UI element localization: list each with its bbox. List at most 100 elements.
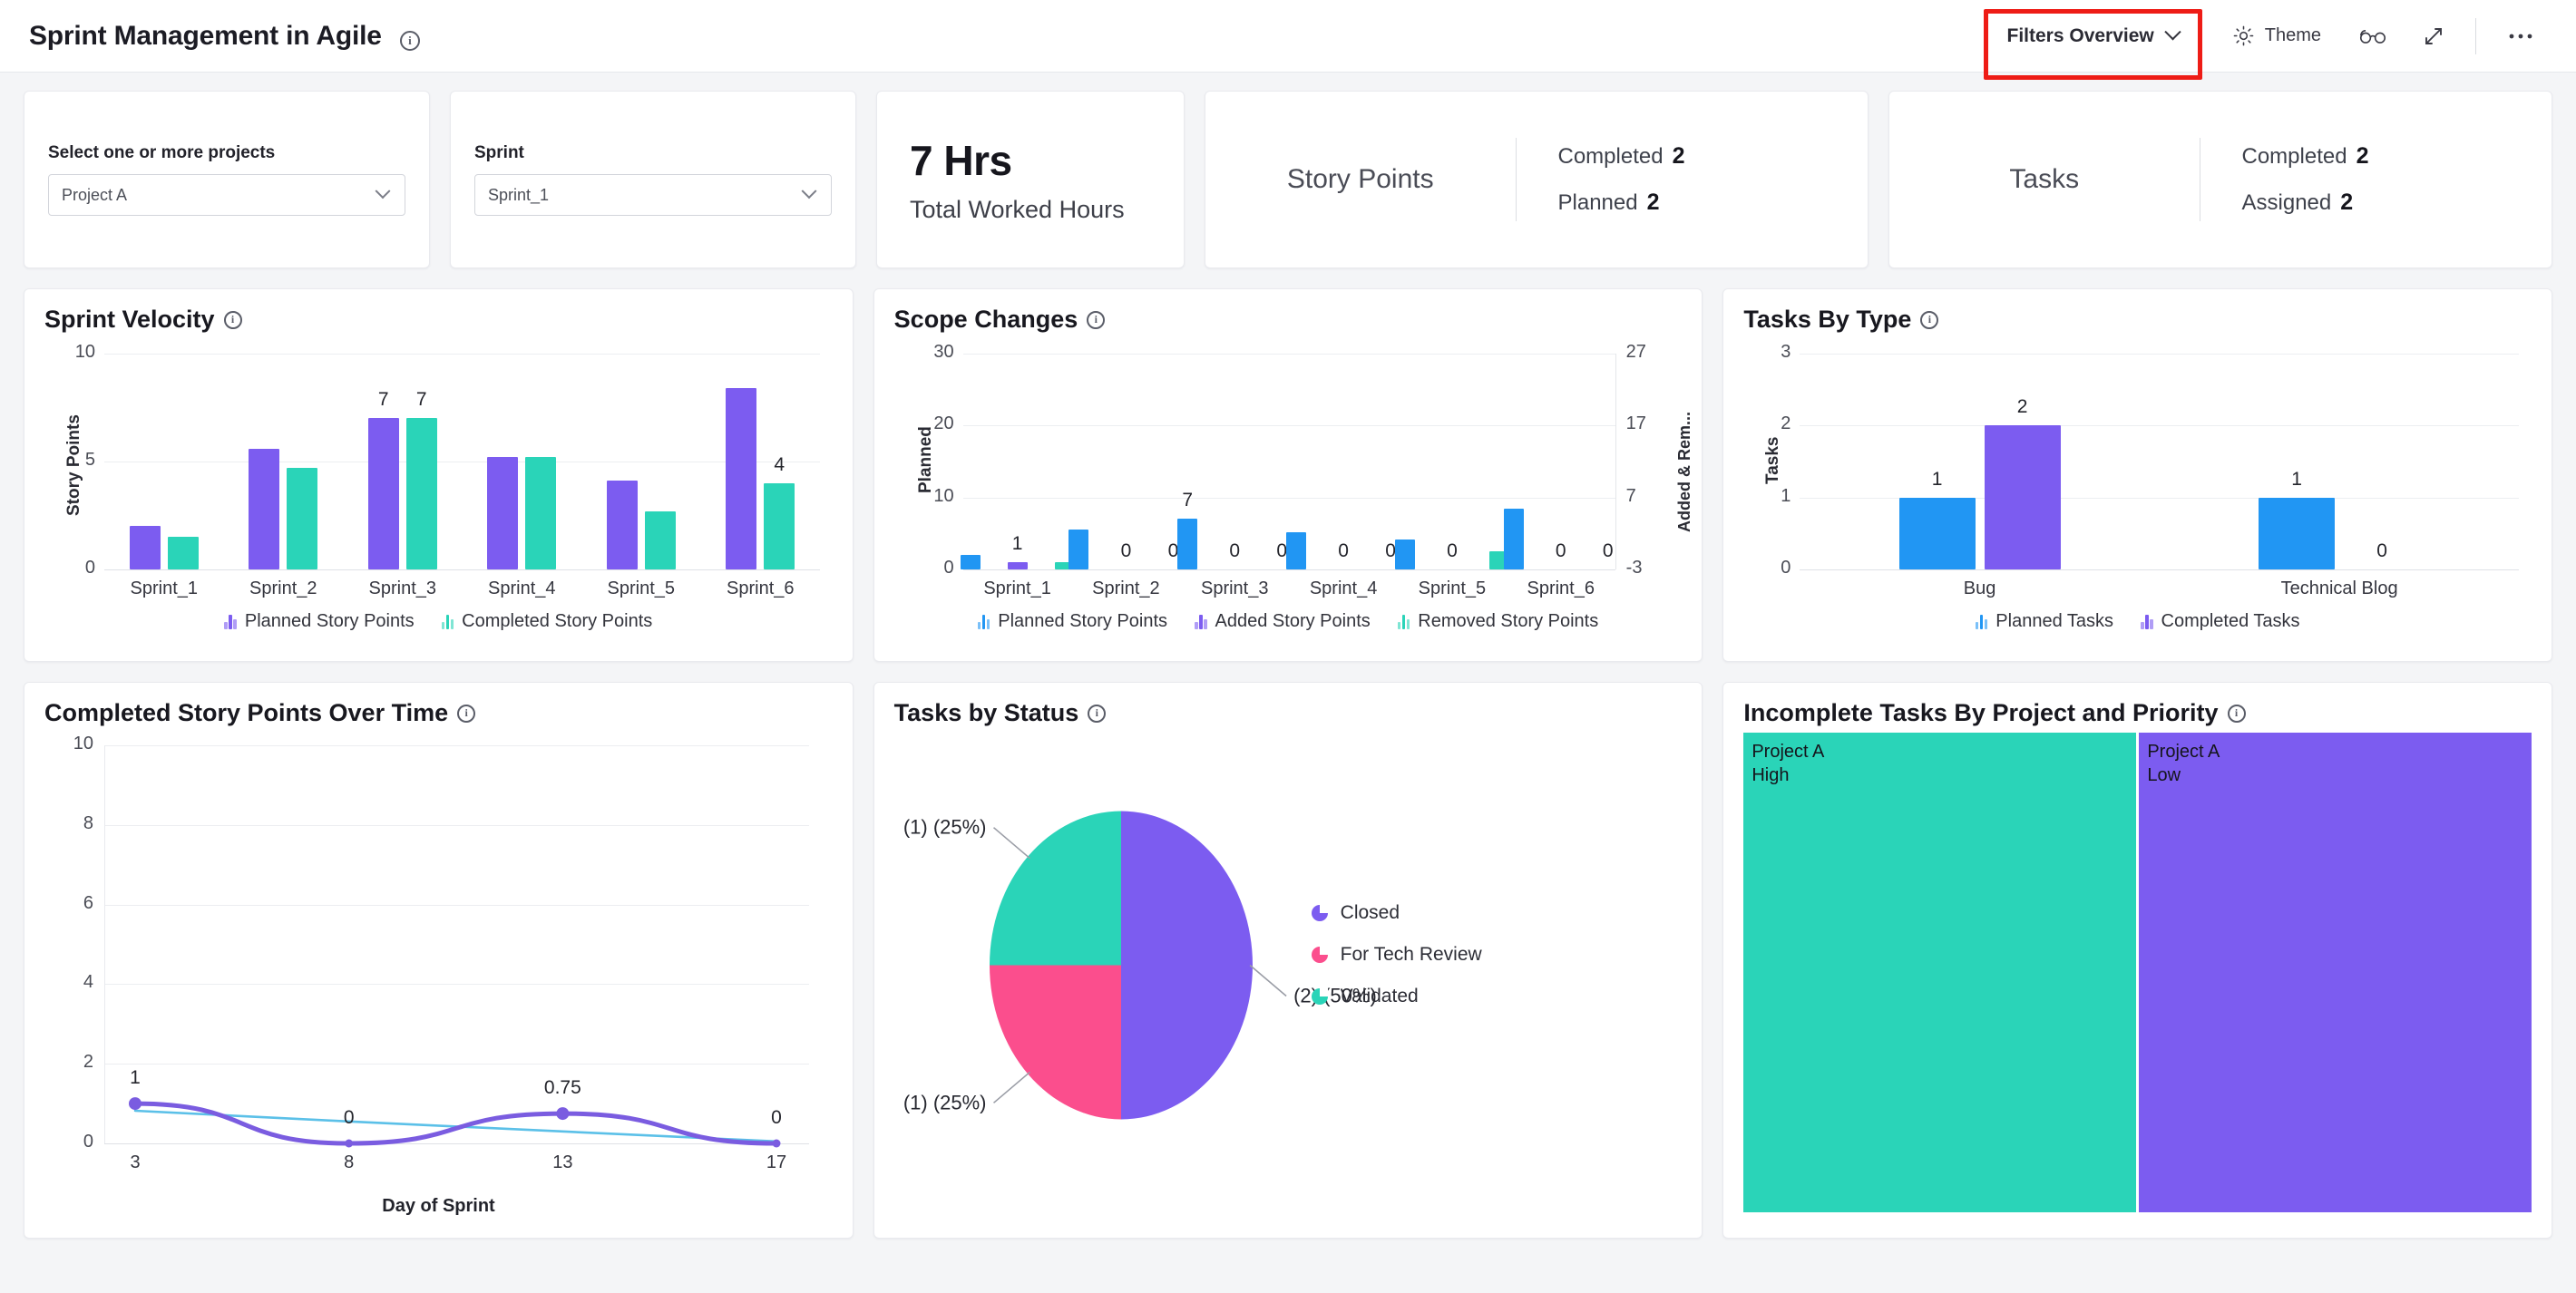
chart-title-text: Tasks by Status xyxy=(893,699,1079,726)
legend-bars-icon xyxy=(977,614,990,629)
kpi-row-completed: Completed 2 xyxy=(1558,143,1869,170)
bar-value-label: 7 xyxy=(415,389,427,411)
legend-bars-icon xyxy=(224,614,237,629)
legend-label: Completed Tasks xyxy=(2161,611,2300,631)
chart-incomplete-tasks-treemap[interactable]: Incomplete Tasks By Project and Priority… xyxy=(1722,682,2553,1239)
legend-label: For Tech Review xyxy=(1340,943,1482,965)
bar xyxy=(1984,425,2061,569)
kpi-row-planned: Planned 2 xyxy=(1558,190,1869,216)
x-axis-tick: Sprint_3 xyxy=(1200,578,1269,598)
theme-button[interactable]: Theme xyxy=(2202,13,2341,59)
chart-completed-story-points-over-time[interactable]: Completed Story Points Over Time i 02468… xyxy=(24,682,854,1239)
bar xyxy=(2259,497,2336,569)
info-icon[interactable]: i xyxy=(457,704,476,723)
x-axis-tick: Sprint_4 xyxy=(1309,578,1378,598)
bar-value-label: 1 xyxy=(2291,468,2302,490)
filter-card-sprint: Sprint Sprint_1 xyxy=(450,91,856,268)
page-title: Sprint Management in Agile i xyxy=(29,21,420,52)
legend-bars-icon xyxy=(2141,614,2153,629)
treemap: Project A High Project A Low xyxy=(1743,733,2532,1212)
x-axis-tick: Sprint_6 xyxy=(1527,578,1595,598)
reading-view-button[interactable] xyxy=(2341,14,2405,59)
chart-legend: Planned Story Points Added Story Points Re… xyxy=(894,611,1683,632)
y2-axis-tick: 17 xyxy=(1625,413,1646,434)
y-axis-tick: 10 xyxy=(74,342,95,362)
bar-value-label: 0 xyxy=(1447,540,1458,561)
y-axis-tick: 30 xyxy=(933,342,954,362)
charts-row-1: Sprint Velocity i 0 5 10 Story Points Sprint… xyxy=(24,288,2553,662)
info-icon[interactable]: i xyxy=(1088,704,1107,723)
legend-label: Removed Story Points xyxy=(1418,611,1599,631)
gridline xyxy=(962,497,1615,499)
legend-label: Validated xyxy=(1340,985,1419,1006)
point-value-label: 1 xyxy=(130,1067,141,1089)
chart-tasks-by-type[interactable]: Tasks By Type i 0 1 2 3 Tasks Bug 1 2 Technical … xyxy=(1722,288,2553,662)
header-actions: Filters Overview Theme xyxy=(1983,0,2553,80)
y-axis-tick: 1 xyxy=(1781,485,1791,506)
info-icon[interactable]: i xyxy=(2227,704,2246,723)
kpi-label: Completed xyxy=(1557,144,1664,169)
bar xyxy=(1898,497,1976,569)
svg-text:(1) (25%): (1) (25%) xyxy=(903,1091,987,1113)
x-axis-tick: Sprint_2 xyxy=(1092,578,1160,598)
info-icon[interactable]: i xyxy=(399,30,420,51)
x-axis-tick: Sprint_3 xyxy=(368,578,437,598)
filter-label-sprint: Sprint xyxy=(474,143,524,162)
app-header: Sprint Management in Agile i Filters Ove… xyxy=(0,0,2576,80)
x-axis-tick: Sprint_4 xyxy=(488,578,556,598)
project-select[interactable]: Project A xyxy=(48,174,405,216)
info-icon[interactable]: i xyxy=(1087,310,1106,329)
theme-label: Theme xyxy=(2264,25,2321,45)
more-icon xyxy=(2509,34,2532,38)
legend-item: Planned Tasks xyxy=(1975,611,2113,632)
header-divider xyxy=(2475,17,2476,54)
info-icon[interactable]: i xyxy=(223,310,242,329)
sprint-select[interactable]: Sprint_1 xyxy=(474,174,832,216)
sprint-select-value: Sprint_1 xyxy=(488,185,550,204)
kpi-hours-caption: Total Worked Hours xyxy=(910,195,1125,223)
bar-value-label: 7 xyxy=(1182,490,1194,511)
plot-area: 0 1 2 3 Tasks Bug 1 2 Technical Blog 1 0 xyxy=(1743,334,2532,606)
info-icon[interactable]: i xyxy=(1920,310,1939,329)
chart-scope-changes[interactable]: Scope Changes i 0 10 20 30 -3 7 17 27 Added & Re… xyxy=(873,288,1703,662)
x-axis-tick: Sprint_2 xyxy=(249,578,317,598)
legend-label: Planned Story Points xyxy=(244,611,415,631)
bar xyxy=(1068,529,1089,569)
legend-item: Added Story Points xyxy=(1195,611,1371,632)
dashboard-grid: Select one or more projects Project A Sp… xyxy=(0,73,2576,1239)
plot-area: 0 5 10 Story Points Sprint_1 Sprint_2 Sprint_3… xyxy=(44,334,833,606)
chevron-down-icon xyxy=(801,183,817,199)
glasses-icon xyxy=(2359,29,2386,44)
legend-item: Completed Tasks xyxy=(2141,611,2300,632)
y-axis-title: Story Points xyxy=(64,414,83,516)
bar xyxy=(525,457,557,569)
filters-overview-button[interactable]: Filters Overview xyxy=(1983,8,2202,80)
chart-title-text: Incomplete Tasks By Project and Priority xyxy=(1743,699,2219,726)
expand-icon xyxy=(2425,27,2442,44)
kpi-value: 2 xyxy=(2356,143,2369,169)
legend-item[interactable]: For Tech Review xyxy=(1311,943,1482,966)
bar-value-label: 0 xyxy=(1555,540,1566,561)
chart-sprint-velocity[interactable]: Sprint Velocity i 0 5 10 Story Points Sprint… xyxy=(24,288,854,662)
chart-title: Tasks By Type i xyxy=(1743,306,2532,334)
bar xyxy=(129,526,161,569)
kpi-story-points-title: Story Points xyxy=(1286,164,1434,194)
treemap-cell[interactable]: Project A High xyxy=(1743,733,2137,1212)
kpi-value: 2 xyxy=(1672,143,1685,169)
chart-title: Scope Changes i xyxy=(894,306,1683,334)
legend-item[interactable]: Validated xyxy=(1311,985,1482,1007)
pie-slices[interactable]: (2) (50%)(1) (25%)(1) (25%) xyxy=(894,727,1683,1221)
gridline xyxy=(1800,354,2520,355)
more-options-button[interactable] xyxy=(2489,19,2552,53)
x-axis-tick: Sprint_1 xyxy=(983,578,1051,598)
bar-value-label: 2 xyxy=(2016,396,2028,418)
bar xyxy=(960,555,981,569)
treemap-cell[interactable]: Project A Low xyxy=(2139,733,2532,1212)
legend-item[interactable]: Closed xyxy=(1311,902,1482,924)
bar xyxy=(1286,531,1307,569)
kpi-tasks-values: Completed 2 Assigned 2 xyxy=(2200,143,2552,216)
fullscreen-button[interactable] xyxy=(2405,13,2463,60)
point-value-label: 0.75 xyxy=(543,1077,581,1099)
gridline xyxy=(1800,569,2520,570)
chart-tasks-by-status[interactable]: Tasks by Status i (2) (50%) (1) (25%) (1) … xyxy=(873,682,1703,1239)
